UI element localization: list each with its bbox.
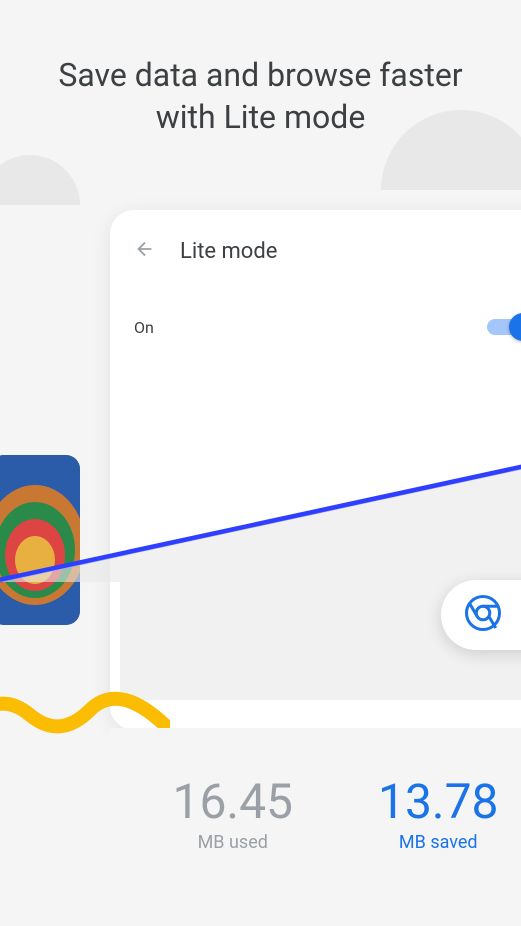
used-value: 16.45 [130,778,336,826]
chrome-badge [441,580,521,650]
toggle-row: On [110,293,521,361]
thumbnail-image [0,455,80,625]
chrome-icon [465,595,501,635]
stat-used: 16.45 MB used [130,778,336,926]
lite-mode-card: Lite mode On [110,210,521,730]
screen-title: Lite mode [180,239,277,264]
saved-value: 13.78 [336,778,521,826]
stat-saved: 13.78 MB saved [336,778,521,926]
page-title: Save data and browse faster with Lite mo… [0,55,521,138]
stats-section: 16.45 MB used 13.78 MB saved [110,728,521,926]
back-arrow-icon[interactable] [134,238,156,265]
toggle-label: On [134,318,154,337]
saved-label: MB saved [336,832,521,853]
used-label: MB used [130,832,336,853]
lite-mode-toggle[interactable] [487,313,521,341]
cloud-decoration [0,155,80,205]
card-header: Lite mode [110,210,521,293]
